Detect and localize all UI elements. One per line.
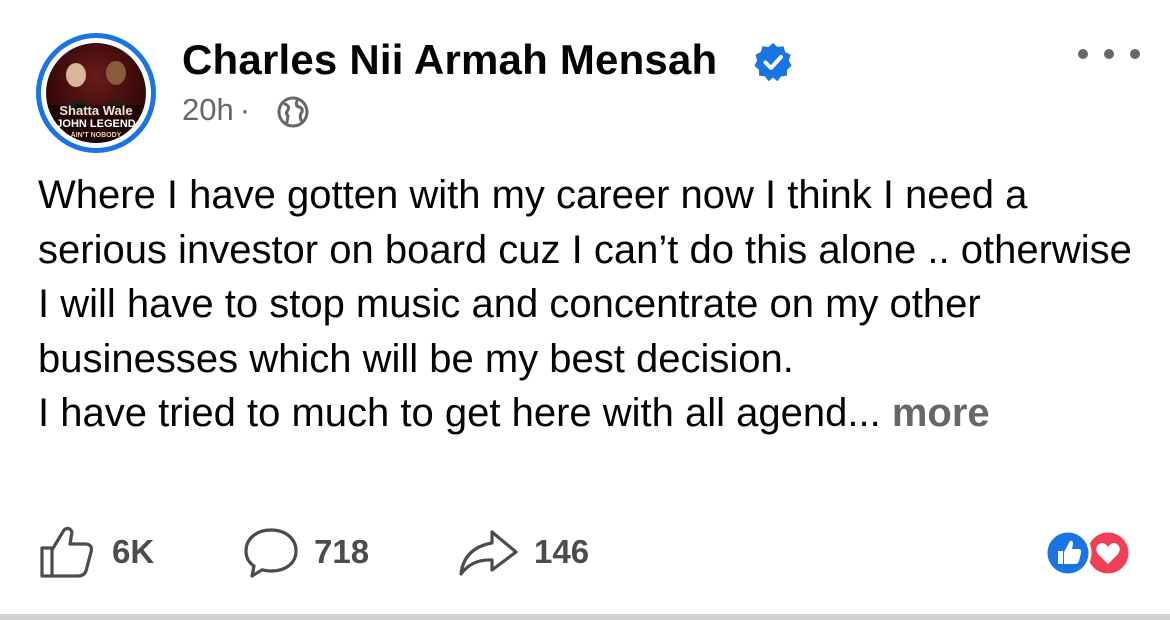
- comment-button[interactable]: 718: [240, 520, 369, 584]
- avatar-image: Shatta Wale JOHN LEGEND AIN'T NOBODY: [46, 43, 146, 143]
- post-paragraph-truncated: I have tried to much to get here with al…: [38, 386, 1148, 441]
- avatar-text-line2: JOHN LEGEND: [56, 118, 136, 130]
- post-meta: 20h ·: [182, 92, 256, 128]
- verified-badge-icon: [754, 43, 792, 82]
- comment-icon: [244, 528, 298, 578]
- reactions-summary[interactable]: [1038, 528, 1138, 578]
- post-paragraph-text: I have tried to much to get here with al…: [38, 391, 881, 435]
- thumbs-up-icon: [40, 526, 94, 578]
- share-arrow-icon: [459, 530, 518, 576]
- share-count: 146: [534, 533, 590, 570]
- see-more-link[interactable]: more: [892, 391, 990, 435]
- action-bar: 6K 718 146: [0, 520, 1170, 584]
- avatar[interactable]: Shatta Wale JOHN LEGEND AIN'T NOBODY: [36, 33, 156, 153]
- avatar-text-line3: AIN'T NOBODY: [71, 132, 122, 139]
- divider: [0, 614, 1170, 620]
- author-name[interactable]: Charles Nii Armah Mensah: [182, 36, 717, 84]
- like-count: 6K: [112, 533, 155, 570]
- post-body: Where I have gotten with my career now I…: [38, 168, 1148, 441]
- globe-icon[interactable]: [276, 95, 310, 129]
- avatar-text-line1: Shatta Wale: [59, 103, 132, 118]
- timestamp[interactable]: 20h: [182, 92, 234, 127]
- dot-icon: [1104, 49, 1114, 59]
- share-button[interactable]: 146: [456, 520, 589, 584]
- meta-separator: ·: [239, 92, 251, 127]
- dot-icon: [1130, 49, 1140, 59]
- dot-icon: [1078, 49, 1088, 59]
- like-button[interactable]: 6K: [36, 520, 154, 584]
- facebook-post: Shatta Wale JOHN LEGEND AIN'T NOBODY Cha…: [0, 0, 1170, 620]
- post-paragraph: Where I have gotten with my career now I…: [38, 173, 1132, 381]
- comment-count: 718: [314, 533, 370, 570]
- more-options-button[interactable]: [1078, 40, 1140, 68]
